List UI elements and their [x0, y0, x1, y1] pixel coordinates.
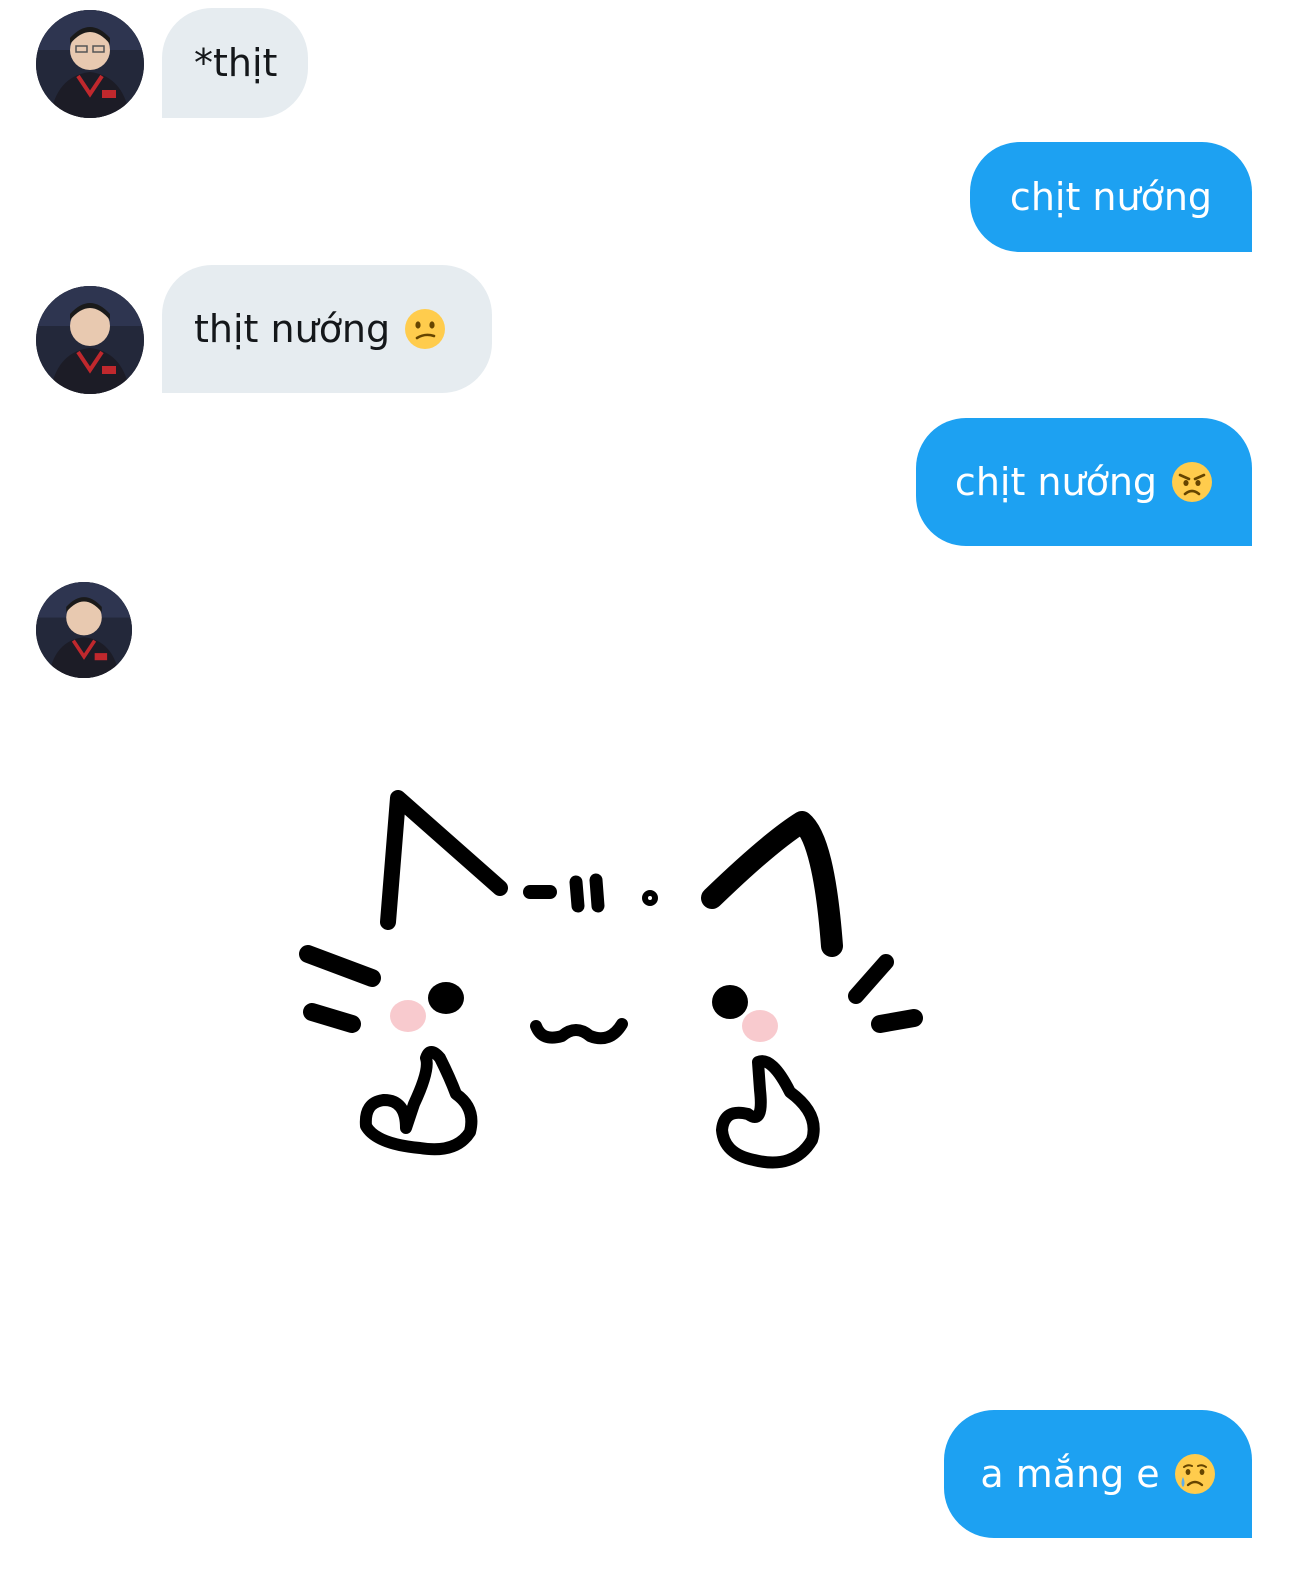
confused-face-icon — [404, 308, 446, 350]
message-text: *thịt — [194, 41, 278, 85]
message-bubble-outgoing[interactable]: chịt nướng — [970, 142, 1252, 252]
message-row-outgoing: chịt nướng — [0, 410, 1290, 550]
message-bubble-incoming[interactable]: thịt nướng — [162, 265, 492, 393]
message-bubble-outgoing[interactable]: a mắng e — [944, 1410, 1252, 1538]
cat-middle-finger-sticker[interactable] — [260, 740, 940, 1220]
message-row-incoming: thịt nướng — [0, 260, 1290, 400]
message-bubble-outgoing[interactable]: chịt nướng — [916, 418, 1252, 546]
crying-face-icon — [1174, 1453, 1216, 1495]
contact-avatar[interactable] — [36, 582, 132, 678]
message-bubble-incoming[interactable]: *thịt — [162, 8, 308, 118]
message-row-incoming: *thịt — [0, 0, 1290, 130]
contact-avatar[interactable] — [36, 286, 144, 394]
message-text: chịt nướng — [1009, 175, 1213, 219]
message-text: a mắng e — [980, 1452, 1160, 1496]
contact-avatar[interactable] — [36, 10, 144, 118]
message-row-outgoing: a mắng e — [0, 1400, 1290, 1550]
message-row-outgoing: chịt nướng — [0, 130, 1290, 260]
message-text: chịt nướng — [954, 460, 1158, 504]
angry-face-icon — [1171, 461, 1213, 503]
message-text: thịt nướng — [194, 307, 391, 351]
